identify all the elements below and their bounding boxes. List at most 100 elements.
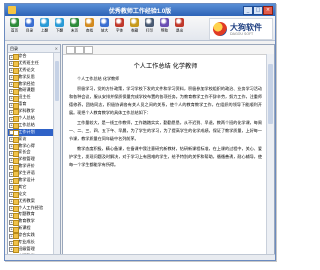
sidebar-scrollbar[interactable]	[53, 53, 60, 255]
status-bar	[5, 254, 275, 260]
document-scroll-thumb[interactable]	[268, 64, 273, 124]
main-window: 优秀教师工作经验1.0版 _ □ × 首页 目录 上翻 下翻 末页 查找 放大 字体 收藏 打印帮…	[4, 3, 276, 261]
tree-item-label: 专业成长	[18, 239, 35, 245]
tree-item[interactable]: + 优秀班主任	[8, 59, 53, 68]
tree-item-label: 家访	[18, 135, 27, 141]
toolbar-button-label: 下翻	[55, 28, 64, 33]
tree-item-label: 学校管理	[18, 156, 35, 162]
toolbar-button-4[interactable]: 末页	[68, 18, 81, 37]
toolbar-icon	[25, 18, 34, 27]
tree-item-label: 家长会	[18, 149, 31, 155]
category-tree: + 综合 + 优秀班主任 + 优秀论文 + 教学反思 + 教学经验 + 教研课题 + 班主任 + 德育 + 学科教…	[8, 53, 53, 260]
toolbar-button-6[interactable]: 放大	[98, 18, 111, 37]
toolbar-icon	[55, 18, 64, 27]
tree-item-label: 教学设计	[18, 177, 35, 183]
tree-item-label: 学科教学	[18, 108, 35, 114]
tree-item[interactable]: + 专业成长	[8, 239, 53, 247]
toolbar-button-label: 上翻	[40, 28, 49, 33]
tree-item[interactable]: + 综合	[8, 53, 53, 61]
tree-item[interactable]: + 论文	[8, 191, 53, 199]
tree-item-label: 优秀论文	[18, 66, 35, 72]
tree-item[interactable]: + 学生评语	[8, 170, 53, 178]
align-right-icon[interactable]	[84, 46, 93, 54]
toolbar-button-0[interactable]: 首页	[8, 18, 21, 37]
toolbar-icon	[160, 18, 169, 27]
tree-item-label: 学生评语	[18, 170, 35, 176]
toolbar-button-11[interactable]: 退出	[173, 18, 186, 37]
sidebar-panel: 目录 × + 综合 + 优秀班主任 + 优秀论文 + 教学反思 + 教学经验 + 教研课题 + 班主任 + 德…	[7, 44, 61, 260]
tree-item-label: 教研课题	[18, 87, 35, 93]
dog-logo-icon	[213, 22, 227, 36]
toolbar-icon	[145, 18, 154, 27]
toolbar-button-3[interactable]: 下翻	[53, 18, 66, 37]
logo-subtext: DAGOU SOFT	[230, 32, 254, 36]
document-paragraph: 工作量较大，是一线工作教师，工作踏踏实实，勤勤恳恳，从不迟到、早退，教两个班的化…	[69, 120, 262, 141]
toolbar-icon	[175, 18, 184, 27]
document-paragraph: 个人工作总结 化学教师	[77, 76, 120, 81]
tree-item[interactable]: + 个人总结	[8, 115, 53, 123]
toolbar-button-label: 放大	[100, 28, 109, 33]
tree-item-label: 教学经验	[18, 80, 35, 86]
toolbar-button-10[interactable]: 帮助	[158, 18, 171, 37]
toolbar-icon	[115, 18, 124, 27]
sidebar-scroll-thumb[interactable]	[55, 61, 59, 101]
tree-item[interactable]: + 班级管理	[8, 245, 53, 254]
tree-item[interactable]: + 家访	[8, 136, 53, 143]
tree-item[interactable]: + 工作计划	[8, 128, 53, 137]
tree-item-label: 班级管理	[18, 245, 35, 251]
format-bar	[63, 45, 274, 55]
tree-item[interactable]: + 工作总结	[8, 122, 53, 130]
document-content: 个人工作总结 化学教师 个人工作总结 化学教师积极学习，党的方针政策，学习学校下…	[65, 55, 266, 253]
toolbar-button-5[interactable]: 查找	[83, 18, 96, 37]
tree-item-label: 个人总结	[18, 115, 35, 121]
document-scrollbar[interactable]	[266, 54, 274, 255]
toolbar-icon	[70, 18, 79, 27]
sidebar-close-icon[interactable]: ×	[55, 46, 58, 51]
minimize-button[interactable]: _	[243, 6, 253, 15]
tree-item[interactable]: + 优秀论文	[8, 66, 53, 75]
toolbar-button-label: 打印	[145, 28, 154, 33]
toolbar-button-label: 帮助	[160, 28, 169, 33]
window-title: 优秀教师工作经验1.0版	[108, 9, 172, 15]
toolbar: 首页 目录 上翻 下翻 末页 查找 放大 字体 收藏 打印 帮助 退出 大狗软件 DAGOU SOFT	[5, 16, 275, 41]
tree-item[interactable]: + 优秀教案	[8, 198, 53, 205]
toolbar-icon	[100, 18, 109, 27]
document-paragraph: 积极学习，党的方针政策，学习学校下发的文件和学习资料，积极参加学校组织的政治、业…	[69, 86, 262, 115]
maximize-button[interactable]: □	[253, 6, 263, 15]
sidebar-title: 目录	[10, 46, 18, 51]
tree-item-label: 工作计划	[18, 128, 35, 134]
tree-item[interactable]: + 综合实践	[8, 232, 53, 240]
toolbar-icon	[40, 18, 49, 27]
toolbar-button-2[interactable]: 上翻	[38, 18, 51, 37]
tree-item-label: 其它	[18, 183, 27, 189]
sidebar-header: 目录 ×	[8, 45, 60, 53]
tree-item[interactable]: + 班主任	[8, 94, 53, 102]
toolbar-button-label: 字体	[115, 28, 124, 33]
toolbar-button-label: 首页	[10, 28, 19, 33]
tree-item[interactable]: + 教学反思	[8, 74, 53, 81]
tree-item-label: 德育	[18, 101, 27, 107]
close-button[interactable]: ×	[263, 6, 273, 15]
tree-item[interactable]: + 其它	[8, 183, 53, 192]
tree-item[interactable]: + 教学设计	[8, 177, 53, 185]
tree-item-label: 优秀班主任	[18, 59, 39, 65]
toolbar-button-label: 收藏	[130, 28, 139, 33]
align-left-icon[interactable]	[66, 46, 75, 54]
tree-item-label: 综合实践	[18, 232, 35, 238]
toolbar-icon	[10, 18, 19, 27]
tree-item-label: 新课程	[18, 225, 31, 231]
document-title: 个人工作总结 化学教师	[133, 63, 198, 70]
title-bar[interactable]: 优秀教师工作经验1.0版 _ □ ×	[5, 4, 275, 16]
align-center-icon[interactable]	[75, 46, 84, 54]
toolbar-icon	[130, 18, 139, 27]
tree-item[interactable]: + 学科教学	[8, 108, 53, 116]
toolbar-button-9[interactable]: 打印	[143, 18, 156, 37]
toolbar-button-8[interactable]: 收藏	[128, 18, 141, 37]
toolbar-button-1[interactable]: 目录	[23, 18, 36, 37]
toolbar-button-label: 查找	[85, 28, 94, 33]
brand-logo: 大狗软件 DAGOU SOFT	[209, 18, 273, 40]
toolbar-button-7[interactable]: 字体	[113, 18, 126, 37]
toolbar-button-label: 目录	[25, 28, 34, 33]
tree-item-label: 教学评价	[18, 163, 35, 169]
tree-item-label: 教育教学	[18, 218, 35, 224]
